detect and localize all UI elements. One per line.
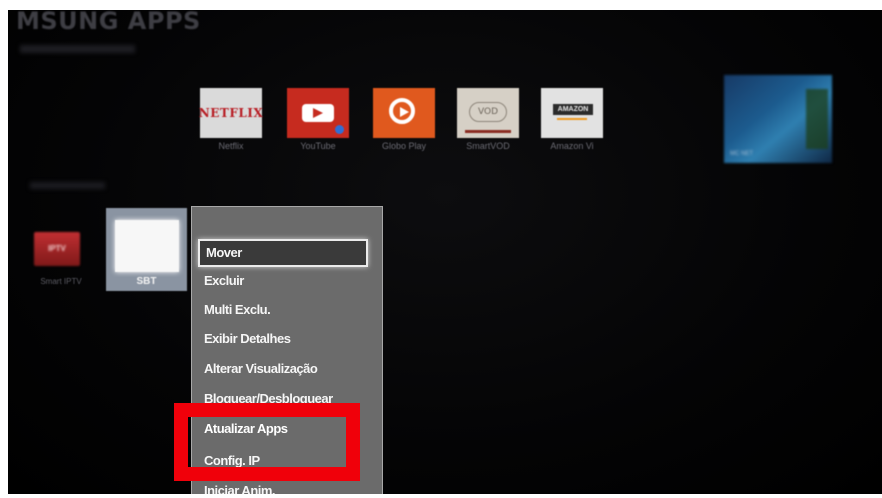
menu-item-bloquear-desbloquear[interactable]: Bloquear/Desbloquear	[204, 385, 380, 413]
app-tile-amazon[interactable]: AMAZON	[541, 88, 603, 138]
app-tile-globo-play[interactable]	[373, 88, 435, 138]
app-label-sbt: SBT	[136, 276, 157, 287]
menu-item-alterar-visualizacao[interactable]: Alterar Visualização	[204, 355, 380, 383]
menu-item-config-ip[interactable]: Config. IP	[204, 447, 380, 475]
app-label-netflix: Netflix	[218, 141, 244, 151]
app-label-smartvod: SmartVOD	[466, 141, 510, 151]
youtube-logo-icon	[302, 104, 334, 122]
menu-item-exibir-detalhes[interactable]: Exibir Detalhes	[204, 325, 380, 353]
globo-play-logo-icon	[389, 98, 415, 124]
sbt-logo-icon	[115, 220, 179, 272]
page-subtitle-blurred	[20, 45, 135, 53]
badge-icon	[335, 125, 344, 134]
menu-item-mover[interactable]: Mover	[198, 239, 368, 267]
app-label-youtube: YouTube	[300, 141, 336, 151]
page-title: MSUNG APPS	[16, 10, 201, 35]
amazon-smile-icon	[557, 118, 587, 120]
menu-item-atualizar-apps[interactable]: Atualizar Apps	[204, 415, 380, 443]
menu-item-iniciar-anim[interactable]: Iniciar Anim.	[204, 477, 380, 494]
smartvod-logo-icon: VOD	[469, 102, 507, 122]
app-label-smart-iptv: Smart IPTV	[40, 277, 82, 286]
section-title-blurred	[30, 182, 105, 189]
app-tile-smart-iptv[interactable]: IPTV	[34, 232, 80, 266]
tv-screen: MSUNG APPS NETFLIX Netflix YouTube Globo…	[8, 10, 882, 494]
app-tile-youtube[interactable]	[287, 88, 349, 138]
app-tile-sbt[interactable]: SBT	[106, 208, 187, 291]
netflix-logo-icon: NETFLIX	[198, 106, 264, 120]
decorative-bar	[465, 130, 511, 133]
context-menu: Mover Excluir Multi Exclu. Exibir Detalh…	[191, 206, 383, 494]
app-label-amazon: Amazon Vi	[550, 141, 594, 151]
app-label-globo-play: Globo Play	[381, 141, 427, 151]
featured-thumbnail[interactable]: MC NET	[724, 75, 832, 163]
menu-item-excluir[interactable]: Excluir	[204, 267, 380, 295]
app-tile-smartvod[interactable]: VOD	[457, 88, 519, 138]
smart-iptv-logo-icon: IPTV	[48, 244, 66, 253]
menu-item-multi-exclu[interactable]: Multi Exclu.	[204, 296, 380, 324]
amazon-logo-icon: AMAZON	[553, 104, 593, 115]
featured-label: MC NET	[730, 151, 753, 157]
app-tile-netflix[interactable]: NETFLIX	[198, 88, 264, 138]
